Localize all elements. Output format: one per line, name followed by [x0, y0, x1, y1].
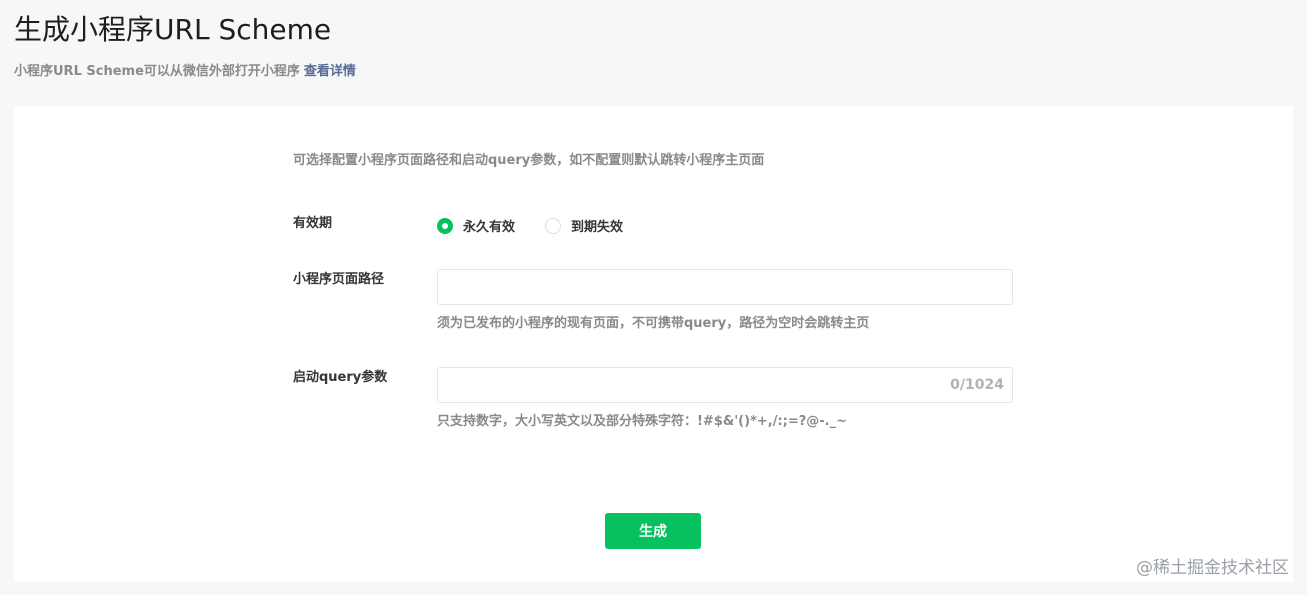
- watermark: @稀土掘金技术社区: [1136, 558, 1289, 578]
- radio-expire-label: 到期失效: [571, 220, 624, 235]
- form-hint: 可选择配置小程序页面路径和启动query参数，如不配置则默认跳转小程序主页面: [293, 153, 765, 168]
- path-input[interactable]: [438, 270, 1012, 304]
- page-title: 生成小程序URL Scheme: [14, 13, 332, 46]
- radio-permanent[interactable]: 永久有效: [437, 216, 515, 235]
- details-link[interactable]: 查看详情: [304, 64, 356, 79]
- page-subtitle: 小程序URL Scheme可以从微信外部打开小程序 查看详情: [14, 63, 356, 81]
- query-char-counter: 0/1024: [950, 377, 1004, 393]
- validity-label: 有效期: [293, 216, 333, 231]
- radio-unchecked-icon[interactable]: [545, 217, 562, 234]
- radio-checked-icon[interactable]: [437, 217, 453, 234]
- query-label: 启动query参数: [293, 370, 388, 385]
- query-input-box: 0/1024: [437, 367, 1013, 403]
- form-card: 可选择配置小程序页面路径和启动query参数，如不配置则默认跳转小程序主页面 有…: [14, 106, 1293, 582]
- validity-radio-group: 永久有效 到期失效: [437, 216, 653, 235]
- path-label: 小程序页面路径: [293, 272, 385, 287]
- query-input[interactable]: [438, 368, 1012, 402]
- query-tip: 只支持数字，大小写英文以及部分特殊字符：!#$&'()*+,/:;=?@-._~: [437, 414, 848, 429]
- path-input-box: [437, 269, 1013, 305]
- radio-expire[interactable]: 到期失效: [545, 216, 623, 235]
- radio-permanent-label: 永久有效: [463, 220, 516, 235]
- subtitle-text: 小程序URL Scheme可以从微信外部打开小程序: [14, 64, 300, 79]
- generate-button[interactable]: 生成: [605, 513, 701, 549]
- path-tip: 须为已发布的小程序的现有页面，不可携带query，路径为空时会跳转主页: [437, 316, 870, 331]
